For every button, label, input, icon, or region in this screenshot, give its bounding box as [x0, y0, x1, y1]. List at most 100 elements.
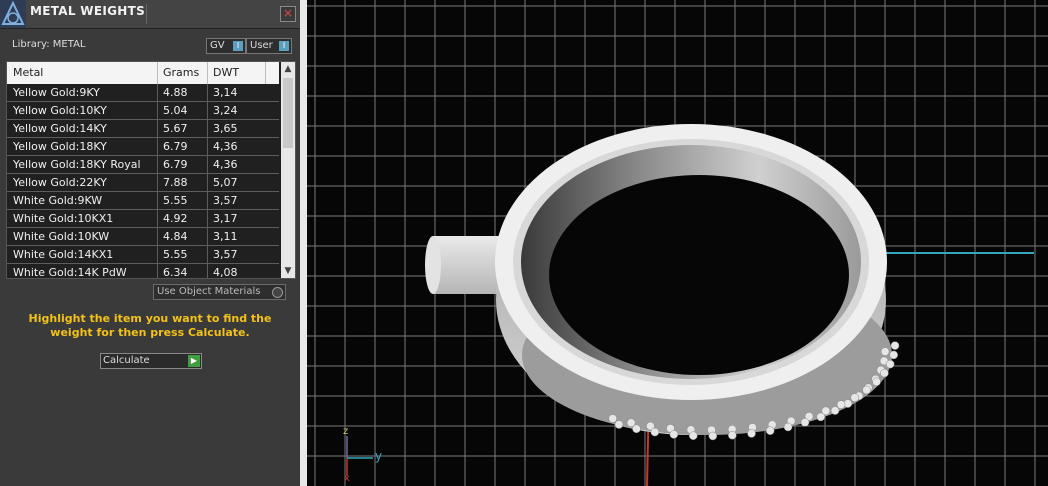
metal-cell: White Gold:14K PdW — [13, 266, 127, 279]
dwt-cell: 3,14 — [213, 86, 238, 99]
dwt-cell: 3,17 — [213, 212, 238, 225]
table-row[interactable]: White Gold:14KX1 5.55 3,57 — [7, 246, 279, 264]
metal-table: Metal Grams DWT Yellow Gold:9KY 4.88 3,14 Y… — [6, 61, 296, 279]
table-row[interactable]: Yellow Gold:18KY 6.79 4,36 — [7, 138, 279, 156]
gizmo-x-label: x — [344, 473, 350, 484]
ring-pin-end — [425, 236, 441, 294]
title-separator — [146, 4, 147, 24]
grams-cell: 7.88 — [163, 176, 188, 189]
metal-cell: Yellow Gold:14KY — [13, 122, 107, 135]
dwt-cell: 5,07 — [213, 176, 238, 189]
table-row[interactable]: Yellow Gold:22KY 7.88 5,07 — [7, 174, 279, 192]
cell-divider — [157, 138, 158, 155]
header-divider — [265, 62, 266, 84]
grams-cell: 5.04 — [163, 104, 188, 117]
user-toggle-knob: I — [279, 41, 289, 51]
cell-divider — [157, 174, 158, 191]
metal-cell: White Gold:10KX1 — [13, 212, 114, 225]
metal-cell: Yellow Gold:22KY — [13, 176, 107, 189]
table-body: Yellow Gold:9KY 4.88 3,14 Yellow Gold:10KY 5… — [7, 84, 279, 279]
use-object-materials-option[interactable]: Use Object Materials — [153, 284, 286, 300]
dwt-cell: 4,36 — [213, 158, 238, 171]
dwt-cell: 3,57 — [213, 248, 238, 261]
table-row[interactable]: Yellow Gold:10KY 5.04 3,24 — [7, 102, 279, 120]
table-row[interactable]: White Gold:10KX1 4.92 3,17 — [7, 210, 279, 228]
header-grams[interactable]: Grams — [163, 66, 199, 79]
prong — [890, 341, 900, 350]
header-metal[interactable]: Metal — [13, 66, 43, 79]
grams-cell: 5.55 — [163, 194, 188, 207]
metal-cell: Yellow Gold:9KY — [13, 86, 100, 99]
prong — [889, 350, 898, 360]
axis-gizmo: z y x — [343, 426, 382, 484]
ring-model[interactable] — [425, 124, 900, 441]
ring-pin — [433, 236, 499, 294]
table-row[interactable]: White Gold:14K PdW 6.34 4,08 — [7, 264, 279, 279]
play-icon: ▶ — [188, 355, 200, 367]
table-row[interactable]: White Gold:10KW 4.84 3,11 — [7, 228, 279, 246]
dwt-cell: 3,24 — [213, 104, 238, 117]
dwt-cell: 3,57 — [213, 194, 238, 207]
prong — [728, 430, 737, 440]
table-row[interactable]: Yellow Gold:18KY Royal 6.79 4,36 — [7, 156, 279, 174]
cell-divider — [207, 156, 208, 173]
instruction-text: Highlight the item you want to find the … — [28, 312, 272, 339]
grams-cell: 5.67 — [163, 122, 188, 135]
panel-titlebar: METAL WEIGHTS × — [0, 0, 300, 29]
cell-divider — [207, 84, 208, 101]
cell-divider — [207, 210, 208, 227]
viewport-canvas[interactable]: z y x — [307, 0, 1048, 486]
user-toggle[interactable]: User I — [246, 38, 292, 54]
header-dwt[interactable]: DWT — [213, 66, 239, 79]
scroll-down-arrow-icon[interactable]: ▼ — [281, 264, 295, 278]
prong — [747, 429, 756, 438]
radio-icon — [272, 287, 283, 298]
prong — [880, 347, 890, 356]
dwt-cell: 4,08 — [213, 266, 238, 279]
scroll-up-arrow-icon[interactable]: ▲ — [281, 62, 295, 76]
close-button[interactable]: × — [280, 6, 296, 22]
grams-cell: 4.88 — [163, 86, 188, 99]
prong — [816, 412, 825, 422]
metal-cell: Yellow Gold:10KY — [13, 104, 107, 117]
app-logo-icon — [0, 0, 26, 28]
prong — [765, 426, 775, 435]
calculate-button[interactable]: Calculate ▶ — [100, 353, 202, 369]
dwt-cell: 3,11 — [213, 230, 238, 243]
prong — [614, 420, 624, 429]
cell-divider — [157, 84, 158, 101]
prong — [689, 431, 698, 440]
table-scrollbar[interactable]: ▲ ▼ — [281, 62, 295, 278]
metal-weights-panel: METAL WEIGHTS × Library: METAL GV I User… — [0, 0, 300, 486]
grams-cell: 6.34 — [163, 266, 188, 279]
gv-toggle[interactable]: GV I — [206, 38, 246, 54]
prong — [650, 427, 660, 437]
cell-divider — [157, 228, 158, 245]
use-object-materials-label: Use Object Materials — [157, 286, 261, 297]
prong — [800, 418, 810, 427]
panel-title: METAL WEIGHTS — [30, 4, 146, 18]
prong — [632, 424, 641, 434]
table-row[interactable]: White Gold:9KW 5.55 3,57 — [7, 192, 279, 210]
library-label: Library: METAL — [12, 39, 86, 50]
metal-cell: Yellow Gold:18KY Royal — [13, 158, 141, 171]
prong — [836, 400, 846, 409]
table-row[interactable]: Yellow Gold:9KY 4.88 3,14 — [7, 84, 279, 102]
prong — [830, 406, 840, 415]
prong — [783, 422, 793, 432]
calculate-label: Calculate — [103, 355, 150, 366]
cell-divider — [207, 264, 208, 278]
cell-divider — [207, 246, 208, 263]
cell-divider — [207, 174, 208, 191]
3d-viewport[interactable]: z y x — [307, 0, 1048, 486]
pane-divider[interactable] — [300, 0, 307, 486]
header-divider — [157, 62, 158, 84]
metal-cell: White Gold:10KW — [13, 230, 110, 243]
scroll-thumb[interactable] — [283, 78, 293, 148]
prong — [880, 368, 889, 378]
gv-toggle-label: GV — [210, 40, 225, 51]
prong — [608, 414, 617, 423]
table-row[interactable]: Yellow Gold:14KY 5.67 3,65 — [7, 120, 279, 138]
prong — [872, 377, 881, 386]
prong — [850, 393, 859, 402]
